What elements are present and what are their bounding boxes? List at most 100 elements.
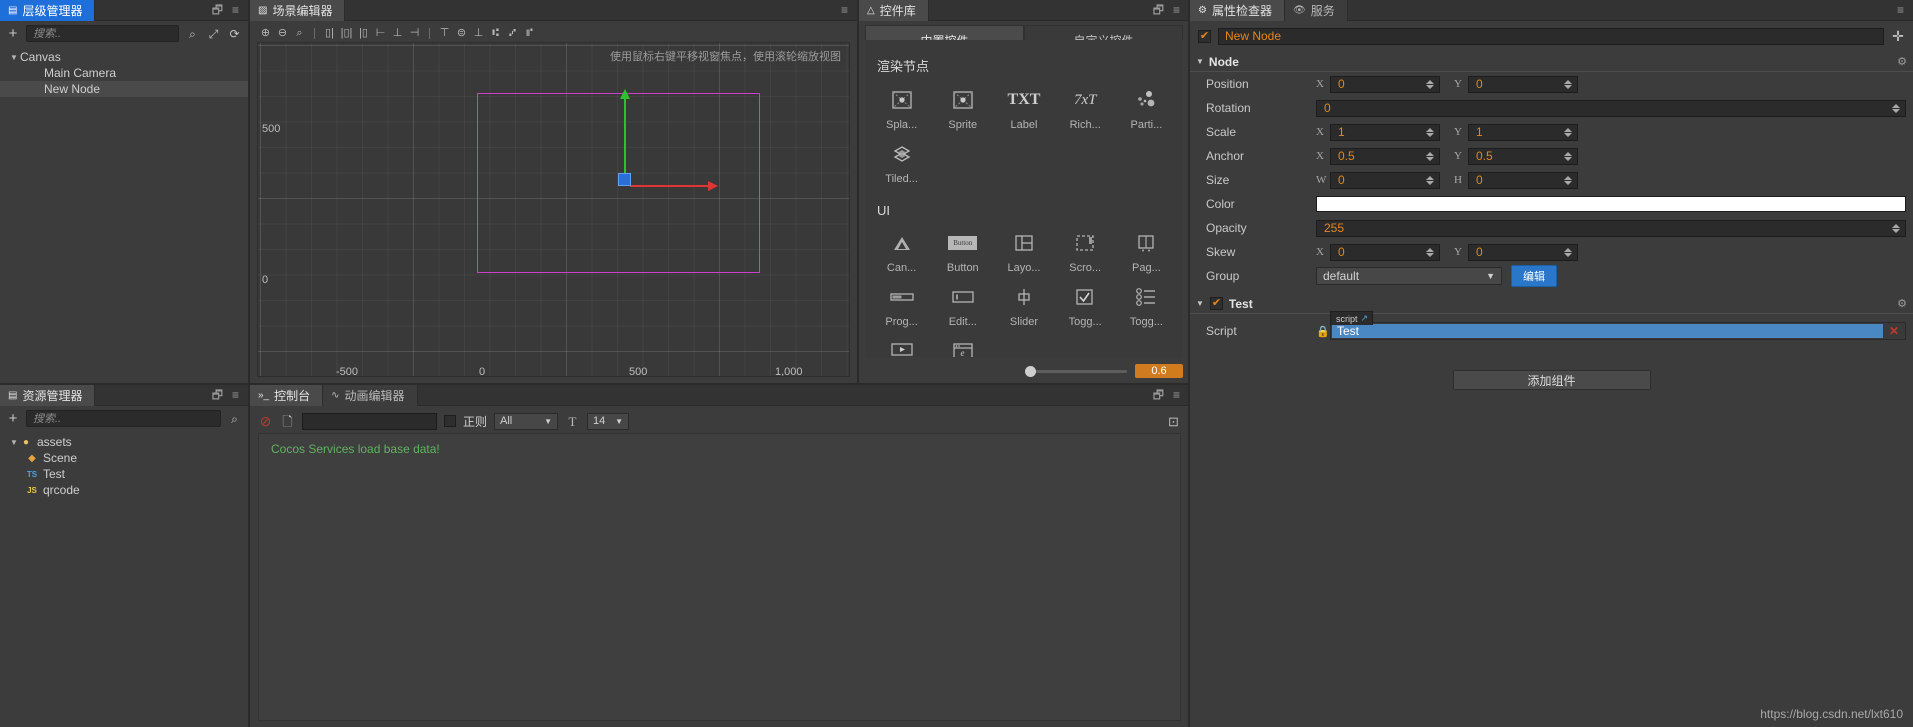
widget-item-sprite[interactable]: Sprite	[932, 79, 993, 133]
search-input[interactable]	[33, 27, 172, 40]
stepper[interactable]	[1562, 77, 1573, 92]
skew-x-input[interactable]: 0	[1330, 243, 1440, 261]
tree-row-main-camera[interactable]: Main Camera	[0, 65, 248, 81]
widget-item-webview[interactable]: e Web...	[932, 330, 993, 357]
tab-hierarchy[interactable]: ▤ 层级管理器	[0, 0, 96, 21]
node-name-input[interactable]: New Node	[1218, 27, 1884, 45]
widget-item-scrollview[interactable]: Scro...	[1055, 222, 1116, 276]
scene-viewport[interactable]: 使用鼠标右键平移视窗焦点，使用滚轮缩放视图 500 0 -500 0 500 1…	[257, 42, 850, 377]
node-enabled-checkbox[interactable]: ✔	[1198, 29, 1211, 43]
menu-icon[interactable]: ≡	[232, 389, 239, 401]
plus-icon[interactable]: ✛	[1891, 28, 1905, 45]
opacity-input[interactable]: 255	[1316, 219, 1906, 237]
add-component-button[interactable]: 添加组件	[1452, 370, 1651, 390]
stepper[interactable]	[1424, 173, 1435, 188]
distribute-right-icon[interactable]: ⊣	[407, 26, 422, 41]
anchor-x-input[interactable]: 0.5	[1330, 147, 1440, 165]
stepper[interactable]	[1890, 101, 1901, 116]
locate-icon[interactable]: ⤢	[206, 28, 221, 40]
menu-icon[interactable]: ≡	[1173, 389, 1180, 401]
skew-y-input[interactable]: 0	[1468, 243, 1578, 261]
widget-item-slider[interactable]: Slider	[993, 276, 1054, 330]
tab-assets[interactable]: ▤ 资源管理器	[0, 385, 96, 406]
gear-icon[interactable]: ⚙	[1897, 55, 1907, 68]
align-middle-icon[interactable]: ⊜	[454, 26, 469, 41]
rotation-input[interactable]: 0	[1316, 99, 1906, 117]
hierarchy-search[interactable]	[26, 25, 179, 42]
spacing-h-icon[interactable]: ⑆	[488, 26, 503, 41]
collapse-icon[interactable]: ⊡	[1166, 415, 1181, 428]
size-w-input[interactable]: 0	[1330, 171, 1440, 189]
widget-item-label[interactable]: TXT Label	[993, 79, 1054, 133]
align-center-h-icon[interactable]: |▯|	[339, 26, 354, 41]
asset-row-qrcode[interactable]: JS qrcode	[0, 482, 248, 498]
stepper[interactable]	[1890, 221, 1901, 236]
widget-item-toggle[interactable]: Togg...	[1055, 276, 1116, 330]
position-x-input[interactable]: 0	[1330, 75, 1440, 93]
widget-item-particle[interactable]: Parti...	[1116, 79, 1177, 133]
menu-icon[interactable]: ≡	[841, 4, 848, 16]
edit-group-button[interactable]: 编辑	[1511, 265, 1557, 287]
asset-row-assets[interactable]: ▼ ● assets	[0, 434, 248, 450]
zoom-reset-icon[interactable]: ⌕	[292, 26, 307, 41]
stepper[interactable]	[1562, 125, 1573, 140]
position-y-input[interactable]: 0	[1468, 75, 1578, 93]
widget-item-tiledmap[interactable]: Tiled...	[871, 133, 932, 187]
tab-console[interactable]: »_ 控制台	[250, 385, 324, 406]
zoom-in-icon[interactable]: ⊕	[258, 26, 273, 41]
widget-item-layout[interactable]: Layo...	[993, 222, 1054, 276]
popout-icon[interactable]: 🗗	[1153, 4, 1164, 16]
tree-row-canvas[interactable]: ▼ Canvas	[0, 49, 248, 65]
chevron-down-icon[interactable]: ▼	[8, 53, 20, 62]
component-enabled-checkbox[interactable]: ✔	[1209, 297, 1223, 310]
stepper[interactable]	[1562, 245, 1573, 260]
refresh-icon[interactable]: ⟳	[227, 28, 242, 40]
color-swatch[interactable]	[1316, 196, 1906, 212]
node-section-header[interactable]: ▼ Node ⚙	[1190, 52, 1913, 72]
search-icon[interactable]: ⌕	[227, 413, 242, 425]
scale-x-input[interactable]: 1	[1330, 123, 1440, 141]
slider-knob[interactable]	[1025, 365, 1036, 377]
widget-item-richtext[interactable]: 7xT Rich...	[1055, 79, 1116, 133]
widget-item-progressbar[interactable]: Prog...	[871, 276, 932, 330]
gizmo-axis-y[interactable]	[620, 89, 630, 176]
font-size-icon[interactable]: T	[565, 415, 580, 428]
clear-icon[interactable]: ⊘	[258, 414, 273, 428]
search-icon[interactable]: ⌕	[185, 28, 200, 40]
group-select[interactable]: default ▼	[1316, 267, 1502, 285]
menu-icon[interactable]: ≡	[232, 4, 239, 16]
spacing-equal-icon[interactable]: ⑈	[522, 26, 537, 41]
chevron-down-icon[interactable]: ▼	[1196, 57, 1204, 66]
widget-item-togglegroup[interactable]: Togg...	[1116, 276, 1177, 330]
gear-icon[interactable]: ⚙	[1897, 297, 1907, 310]
align-top-icon[interactable]: ⊤	[437, 26, 452, 41]
align-right-icon[interactable]: |▯	[356, 26, 371, 41]
anchor-y-input[interactable]: 0.5	[1468, 147, 1578, 165]
stepper[interactable]	[1562, 173, 1573, 188]
icon-size-slider[interactable]	[1025, 365, 1127, 377]
script-input[interactable]: Test ✕	[1330, 322, 1906, 340]
tab-widget-library[interactable]: △ 控件库	[859, 0, 929, 21]
stepper[interactable]	[1424, 245, 1435, 260]
scale-y-input[interactable]: 1	[1468, 123, 1578, 141]
tab-services[interactable]: 👁 服务	[1284, 0, 1348, 21]
align-bottom-icon[interactable]: ⊥	[471, 26, 486, 41]
tree-row-new-node[interactable]: New Node	[0, 81, 248, 97]
asset-row-scene[interactable]: ◆ Scene	[0, 450, 248, 466]
menu-icon[interactable]: ≡	[1897, 4, 1904, 16]
popout-icon[interactable]: 🗗	[212, 4, 223, 16]
component-section-header[interactable]: ▼ ✔ Test ⚙	[1190, 294, 1913, 314]
stepper[interactable]	[1562, 149, 1573, 164]
tab-property-inspector[interactable]: ⚙ 属性检查器	[1190, 0, 1285, 21]
open-external-icon[interactable]: ↗	[1361, 313, 1369, 324]
widget-item-editbox[interactable]: Edit...	[932, 276, 993, 330]
chevron-down-icon[interactable]: ▼	[1196, 299, 1204, 308]
stepper[interactable]	[1424, 77, 1435, 92]
close-icon[interactable]: ✕	[1883, 324, 1905, 338]
widget-item-videoplayer[interactable]: Vide...	[871, 330, 932, 357]
add-asset-button[interactable]: +	[6, 411, 20, 426]
log-level-select[interactable]: All ▼	[494, 412, 559, 430]
menu-icon[interactable]: ≡	[1173, 4, 1180, 16]
gizmo-axis-x[interactable]	[630, 181, 718, 191]
spacing-v-icon[interactable]: ⑇	[505, 26, 520, 41]
